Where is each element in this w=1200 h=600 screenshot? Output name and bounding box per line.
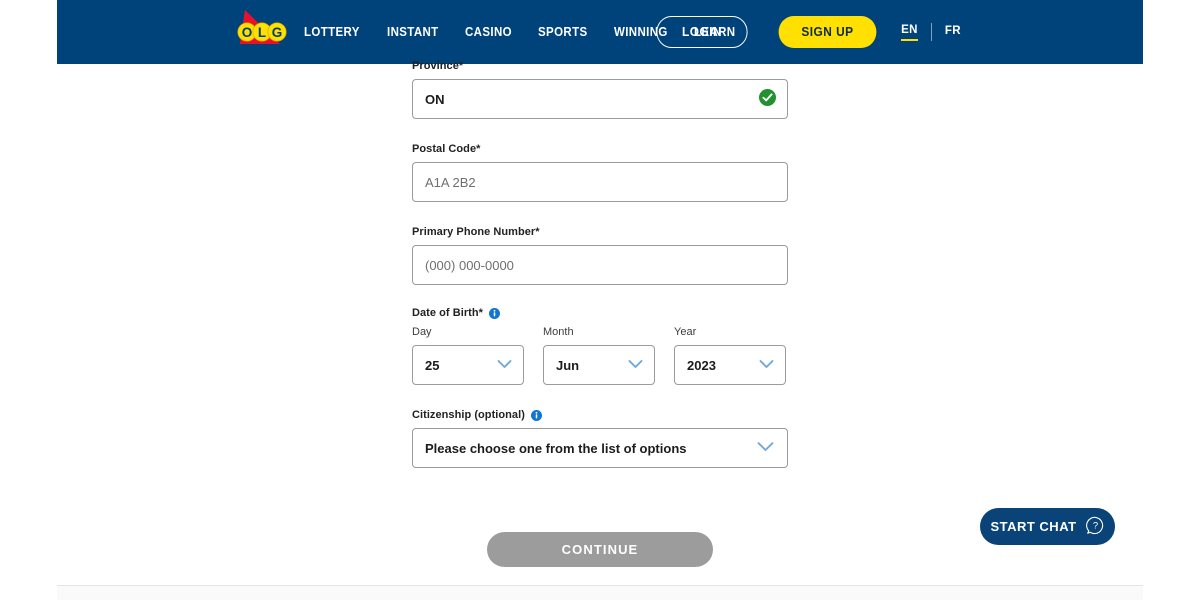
dob-day-value: 25 (425, 357, 440, 373)
language-switcher: EN FR (901, 23, 961, 41)
phone-placeholder: (000) 000-0000 (425, 257, 514, 273)
footer-strip (57, 586, 1143, 600)
info-icon[interactable] (488, 307, 500, 319)
olg-logo[interactable]: O L G (236, 8, 288, 56)
province-label-text: Province* (412, 60, 464, 72)
citizenship-value: Please choose one from the list of optio… (425, 440, 687, 456)
chevron-down-icon (759, 356, 774, 374)
signup-button[interactable]: SIGN UP (778, 16, 877, 48)
dob-day-select[interactable]: 25 (412, 345, 524, 385)
province-label: Province* (412, 60, 788, 72)
dob-month-value: Jun (556, 357, 580, 373)
login-button[interactable]: LOGIN (656, 16, 748, 48)
citizenship-select[interactable]: Please choose one from the list of optio… (412, 428, 788, 468)
info-icon[interactable] (530, 409, 542, 421)
language-en[interactable]: EN (901, 24, 918, 41)
phone-label-text: Primary Phone Number* (412, 226, 540, 238)
dob-day-label: Day (412, 326, 432, 338)
olg-logo-icon: O L G (237, 10, 287, 44)
language-divider (930, 23, 932, 41)
start-chat-label: START CHAT (990, 519, 1077, 534)
language-fr[interactable]: FR (945, 25, 961, 40)
dob-month-group: Month Jun (543, 326, 655, 385)
nav-item-sports[interactable]: SPORTS (538, 25, 588, 39)
dob-month-label: Month (543, 326, 574, 338)
date-of-birth-label-text: Date of Birth* (412, 307, 483, 319)
postal-code-placeholder: A1A 2B2 (425, 174, 476, 190)
postal-code-label-text: Postal Code* (412, 143, 481, 155)
citizenship-label-text: Citizenship (optional) (412, 409, 525, 421)
chevron-down-icon (757, 439, 774, 457)
postal-code-input[interactable]: A1A 2B2 (412, 162, 788, 202)
svg-text:?: ? (1092, 520, 1097, 531)
citizenship-label: Citizenship (optional) (412, 409, 788, 421)
header-actions: LOGIN SIGN UP EN FR (654, 0, 961, 64)
continue-button[interactable]: CONTINUE (487, 532, 713, 567)
province-input[interactable]: ON (412, 79, 788, 119)
svg-text:G: G (272, 25, 283, 40)
dob-month-select[interactable]: Jun (543, 345, 655, 385)
phone-label: Primary Phone Number* (412, 226, 788, 238)
nav-item-instant[interactable]: INSTANT (387, 25, 439, 39)
dob-day-group: Day 25 (412, 326, 524, 385)
chevron-down-icon (497, 356, 512, 374)
nav-item-casino[interactable]: CASINO (465, 25, 512, 39)
date-of-birth-label: Date of Birth* (412, 307, 788, 319)
chevron-down-icon (628, 356, 643, 374)
dob-year-label: Year (674, 326, 697, 338)
chat-question-icon: ? (1085, 516, 1105, 538)
date-of-birth-row: Day 25 Month Jun Year 2023 (412, 326, 788, 385)
svg-text:O: O (242, 25, 253, 40)
start-chat-button[interactable]: START CHAT ? (980, 508, 1115, 545)
site-header: O L G LOTTERY INSTANT CASINO SPORTS WINN… (57, 0, 1143, 64)
svg-text:L: L (258, 25, 266, 40)
nav-item-lottery[interactable]: LOTTERY (304, 25, 360, 39)
registration-form: Province* ON Postal Code* A1A 2B2 Primar… (412, 60, 788, 468)
postal-code-label: Postal Code* (412, 143, 788, 155)
province-value: ON (425, 91, 445, 107)
phone-input[interactable]: (000) 000-0000 (412, 245, 788, 285)
dob-year-group: Year 2023 (674, 326, 786, 385)
check-circle-icon (759, 89, 776, 109)
dob-year-value: 2023 (687, 357, 716, 373)
dob-year-select[interactable]: 2023 (674, 345, 786, 385)
